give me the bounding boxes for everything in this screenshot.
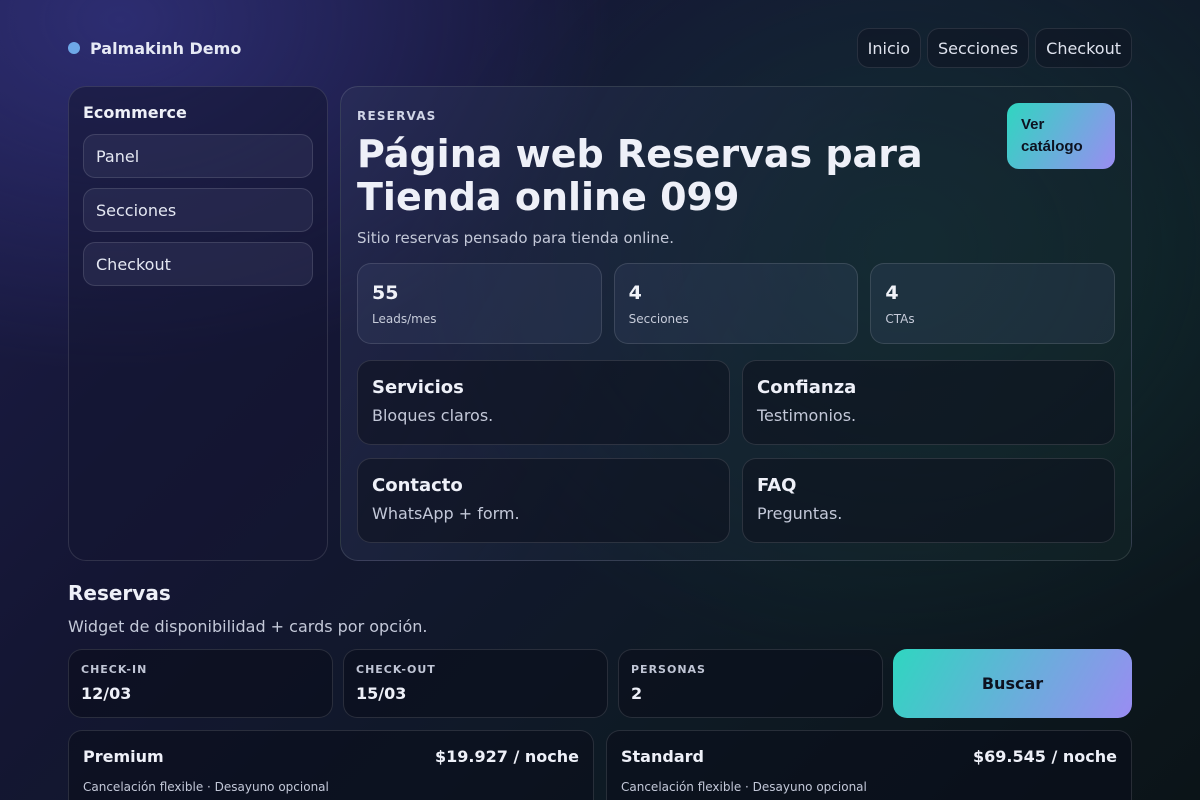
option-price: $19.927 / noche: [435, 747, 579, 766]
page-title: Página web Reservas para Tienda online 0…: [357, 132, 923, 219]
sidebar: Ecommerce Panel Secciones Checkout: [68, 86, 328, 561]
feature-card-servicios[interactable]: Servicios Bloques claros.: [357, 360, 730, 445]
option-name: Premium: [83, 747, 164, 766]
field-value: 15/03: [356, 684, 407, 703]
field-label: CHECK-OUT: [356, 663, 436, 676]
option-card-premium[interactable]: Premium $19.927 / noche Cancelación flex…: [68, 730, 594, 800]
sidebar-item-checkout[interactable]: Checkout: [83, 242, 313, 286]
option-card-standard[interactable]: Standard $69.545 / noche Cancelación fle…: [606, 730, 1132, 800]
stat-card-ctas: 4 CTAs: [870, 263, 1116, 344]
reservas-subtitle: Widget de disponibilidad + cards por opc…: [68, 617, 428, 636]
feature-card-contacto[interactable]: Contacto WhatsApp + form.: [357, 458, 730, 543]
stats-row: 55 Leads/mes 4 Secciones 4 CTAs: [357, 263, 1116, 344]
stat-value: 4: [628, 282, 642, 304]
brand-dot-icon: [68, 42, 80, 54]
hero-panel: RESERVAS Página web Reservas para Tienda…: [340, 86, 1132, 561]
feature-title: Servicios: [372, 377, 464, 398]
sidebar-item-secciones[interactable]: Secciones: [83, 188, 313, 232]
card-header: Standard $69.545 / noche: [621, 747, 1117, 766]
stat-label: Leads/mes: [372, 312, 437, 326]
field-label: CHECK-IN: [81, 663, 148, 676]
guests-field[interactable]: PERSONAS 2: [618, 649, 883, 718]
sidebar-title: Ecommerce: [83, 103, 187, 122]
stat-value: 55: [372, 282, 399, 304]
feature-desc: WhatsApp + form.: [372, 504, 520, 523]
stat-label: Secciones: [628, 312, 689, 326]
option-note: Cancelación flexible · Desayuno opcional: [621, 780, 867, 794]
option-note: Cancelación flexible · Desayuno opcional: [83, 780, 329, 794]
hero-eyebrow: RESERVAS: [357, 109, 437, 123]
nav-checkout-button[interactable]: Checkout: [1035, 28, 1132, 68]
search-button[interactable]: Buscar: [893, 649, 1132, 718]
brand-name: Palmakinh Demo: [90, 38, 242, 58]
feature-title: Contacto: [372, 475, 463, 496]
option-cards: Premium $19.927 / noche Cancelación flex…: [68, 730, 1132, 800]
feature-desc: Testimonios.: [757, 406, 857, 425]
feature-card-faq[interactable]: FAQ Preguntas.: [742, 458, 1115, 543]
check-out-field[interactable]: CHECK-OUT 15/03: [343, 649, 608, 718]
field-label: PERSONAS: [631, 663, 706, 676]
view-catalog-button[interactable]: Ver catálogo: [1007, 103, 1115, 169]
feature-grid: Servicios Bloques claros. Confianza Test…: [357, 360, 1115, 543]
option-price: $69.545 / noche: [973, 747, 1117, 766]
option-name: Standard: [621, 747, 704, 766]
top-nav: Inicio Secciones Checkout: [856, 28, 1132, 68]
stat-card-secciones: 4 Secciones: [613, 263, 859, 344]
feature-card-confianza[interactable]: Confianza Testimonios.: [742, 360, 1115, 445]
hero-subtitle: Sitio reservas pensado para tienda onlin…: [357, 229, 674, 247]
brand[interactable]: Palmakinh Demo: [68, 39, 241, 58]
stat-value: 4: [885, 282, 899, 304]
reservas-title: Reservas: [68, 581, 171, 605]
availability-widget: CHECK-IN 12/03 CHECK-OUT 15/03 PERSONAS …: [68, 649, 1132, 718]
field-value: 12/03: [81, 684, 132, 703]
feature-title: FAQ: [757, 475, 797, 496]
feature-desc: Bloques claros.: [372, 406, 494, 425]
stat-card-leads: 55 Leads/mes: [357, 263, 602, 344]
feature-desc: Preguntas.: [757, 504, 843, 523]
feature-title: Confianza: [757, 377, 857, 398]
stat-label: CTAs: [885, 312, 915, 326]
sidebar-item-panel[interactable]: Panel: [83, 134, 313, 178]
check-in-field[interactable]: CHECK-IN 12/03: [68, 649, 333, 718]
card-header: Premium $19.927 / noche: [83, 747, 579, 766]
top-bar: Palmakinh Demo Inicio Secciones Checkout: [68, 28, 1132, 68]
nav-secciones-button[interactable]: Secciones: [926, 28, 1030, 68]
field-value: 2: [631, 684, 643, 703]
nav-inicio-button[interactable]: Inicio: [856, 28, 921, 68]
